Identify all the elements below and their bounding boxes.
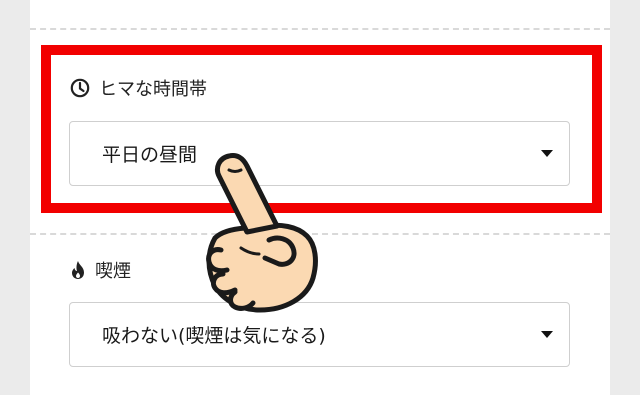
free-time-label-text: ヒマな時間帯 [99,79,207,100]
smoking-selected-value: 吸わない(喫煙は気になる) [102,325,326,347]
free-time-select[interactable]: 平日の昼間 [69,121,570,186]
smoking-label: 喫煙 [70,258,131,282]
flame-icon [70,260,86,280]
chevron-down-icon [541,330,553,338]
free-time-label: ヒマな時間帯 [70,76,207,100]
section-divider-middle [30,233,610,235]
smoking-label-text: 喫煙 [95,261,131,282]
section-divider-top [30,28,610,30]
chevron-down-icon [541,149,553,157]
clock-icon [70,78,90,98]
smoking-select[interactable]: 吸わない(喫煙は気になる) [69,302,570,367]
free-time-selected-value: 平日の昼間 [102,144,198,166]
